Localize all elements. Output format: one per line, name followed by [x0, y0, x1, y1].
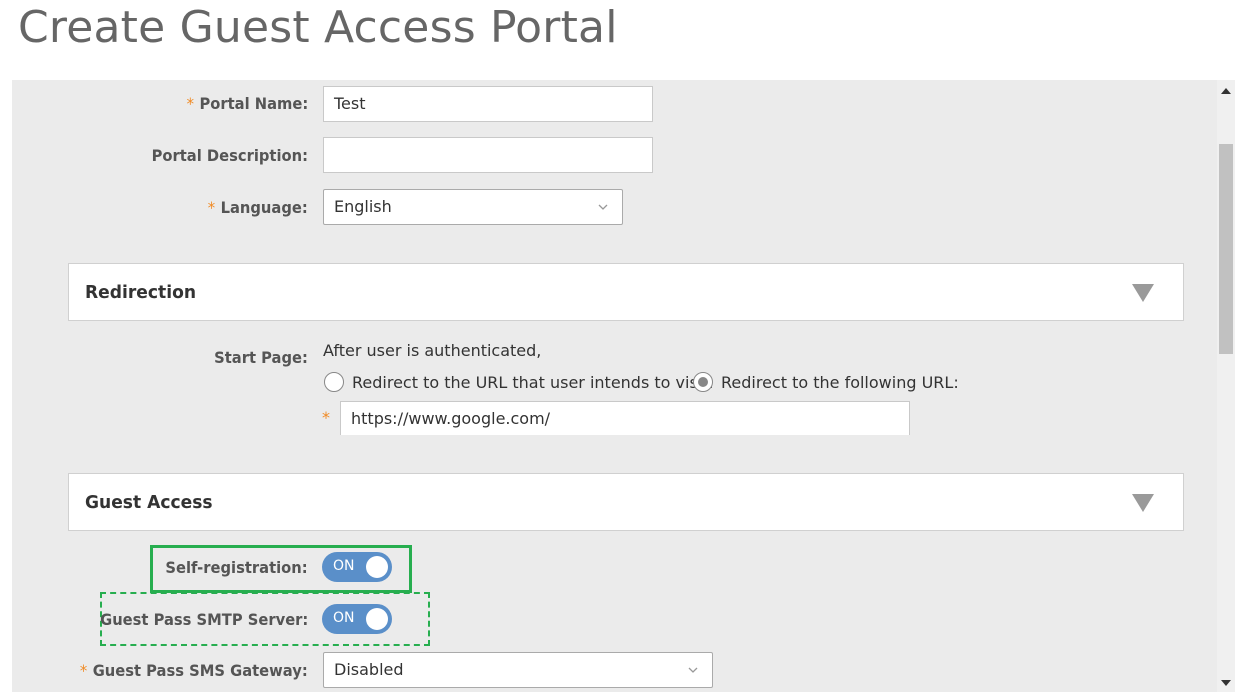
radio-following-url-label: Redirect to the following URL:	[721, 373, 959, 392]
self-registration-label: Self-registration:	[165, 558, 308, 577]
language-select[interactable]: English	[323, 189, 623, 225]
redirection-section-header[interactable]: Redirection	[68, 263, 1184, 321]
scroll-down-icon[interactable]	[1221, 680, 1231, 686]
page-title: Create Guest Access Portal	[18, 2, 618, 53]
portal-description-input[interactable]	[323, 137, 653, 173]
url-required-mark: *	[322, 408, 330, 427]
self-registration-toggle-text: ON	[333, 558, 355, 574]
language-value: English	[334, 197, 392, 216]
form-area: * Portal Name: Test Portal Description: *…	[12, 80, 1217, 692]
radio-intended-url[interactable]	[324, 372, 344, 392]
redirect-url-input[interactable]: https://www.google.com/	[340, 401, 910, 435]
start-page-label: Start Page:	[214, 348, 308, 367]
smtp-server-label: Guest Pass SMTP Server:	[99, 610, 308, 629]
start-page-intro: After user is authenticated,	[323, 341, 542, 360]
smtp-server-toggle-text: ON	[333, 610, 355, 626]
smtp-server-toggle[interactable]: ON	[322, 604, 392, 634]
sms-gateway-select[interactable]: Disabled	[323, 652, 713, 688]
vertical-scrollbar[interactable]	[1217, 80, 1235, 692]
chevron-down-icon	[688, 667, 698, 673]
chevron-down-icon	[598, 204, 608, 210]
radio-intended-url-label: Redirect to the URL that user intends to…	[352, 373, 714, 392]
portal-name-label: * Portal Name:	[186, 94, 308, 113]
portal-description-label: Portal Description:	[151, 146, 308, 165]
triangle-down-icon[interactable]	[1131, 493, 1155, 513]
scroll-up-icon[interactable]	[1221, 88, 1231, 94]
self-registration-toggle[interactable]: ON	[322, 552, 392, 582]
toggle-knob	[366, 556, 388, 578]
sms-gateway-label: * Guest Pass SMS Gateway:	[80, 661, 309, 680]
triangle-down-icon[interactable]	[1131, 283, 1155, 303]
sms-gateway-value: Disabled	[334, 660, 404, 679]
guest-access-section-header[interactable]: Guest Access	[68, 473, 1184, 531]
scroll-thumb[interactable]	[1219, 144, 1233, 354]
radio-following-url[interactable]	[693, 372, 713, 392]
guest-access-title: Guest Access	[85, 492, 213, 513]
toggle-knob	[366, 608, 388, 630]
redirection-title: Redirection	[85, 282, 197, 303]
language-label: * Language:	[207, 198, 308, 217]
portal-name-input[interactable]: Test	[323, 86, 653, 122]
